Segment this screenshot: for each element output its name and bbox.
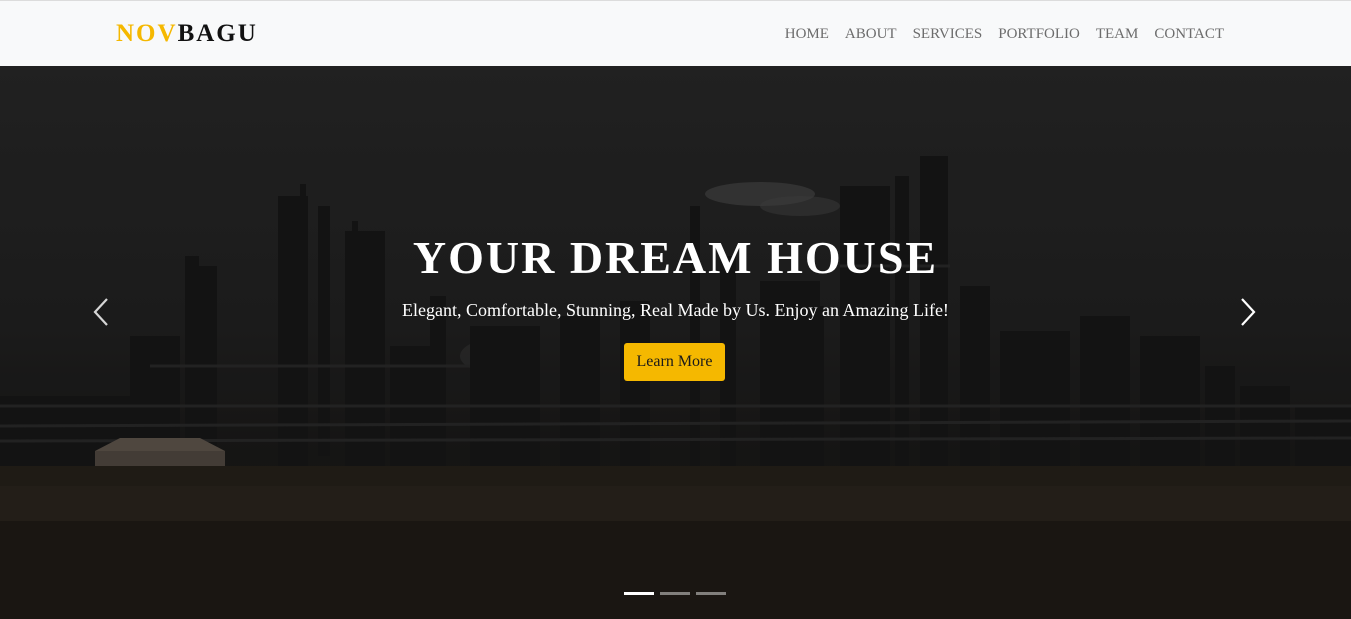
- nav-item-home[interactable]: HOME: [785, 25, 829, 43]
- carousel-indicators: [624, 592, 726, 595]
- carousel-indicator-1[interactable]: [624, 592, 654, 595]
- nav-item-about[interactable]: ABOUT: [845, 25, 897, 43]
- brand-part-accent: NOV: [116, 20, 178, 47]
- hero-carousel: YOUR DREAM HOUSE Elegant, Comfortable, S…: [0, 66, 1351, 619]
- nav-item-services[interactable]: SERVICES: [913, 25, 983, 43]
- brand-part-dark: BAGU: [177, 20, 258, 47]
- nav-item-portfolio[interactable]: PORTFOLIO: [998, 25, 1080, 43]
- nav-item-team[interactable]: TEAM: [1096, 25, 1139, 43]
- brand-logo[interactable]: NOVBAGU: [116, 20, 258, 48]
- carousel-indicator-2[interactable]: [660, 592, 690, 595]
- hero-subtitle: Elegant, Comfortable, Stunning, Real Mad…: [402, 300, 949, 320]
- carousel-indicator-3[interactable]: [696, 592, 726, 595]
- chevron-right-icon: [1241, 298, 1256, 326]
- chevron-left-icon: [93, 298, 108, 326]
- navbar: NOVBAGU HOME ABOUT SERVICES PORTFOLIO TE…: [0, 0, 1351, 66]
- hero-title: YOUR DREAM HOUSE: [412, 232, 939, 283]
- carousel-next-button[interactable]: [1235, 294, 1261, 330]
- nav-item-contact[interactable]: CONTACT: [1154, 25, 1224, 43]
- learn-more-button[interactable]: Learn More: [624, 343, 725, 381]
- carousel-prev-button[interactable]: [88, 294, 114, 330]
- main-nav: HOME ABOUT SERVICES PORTFOLIO TEAM CONTA…: [785, 25, 1224, 43]
